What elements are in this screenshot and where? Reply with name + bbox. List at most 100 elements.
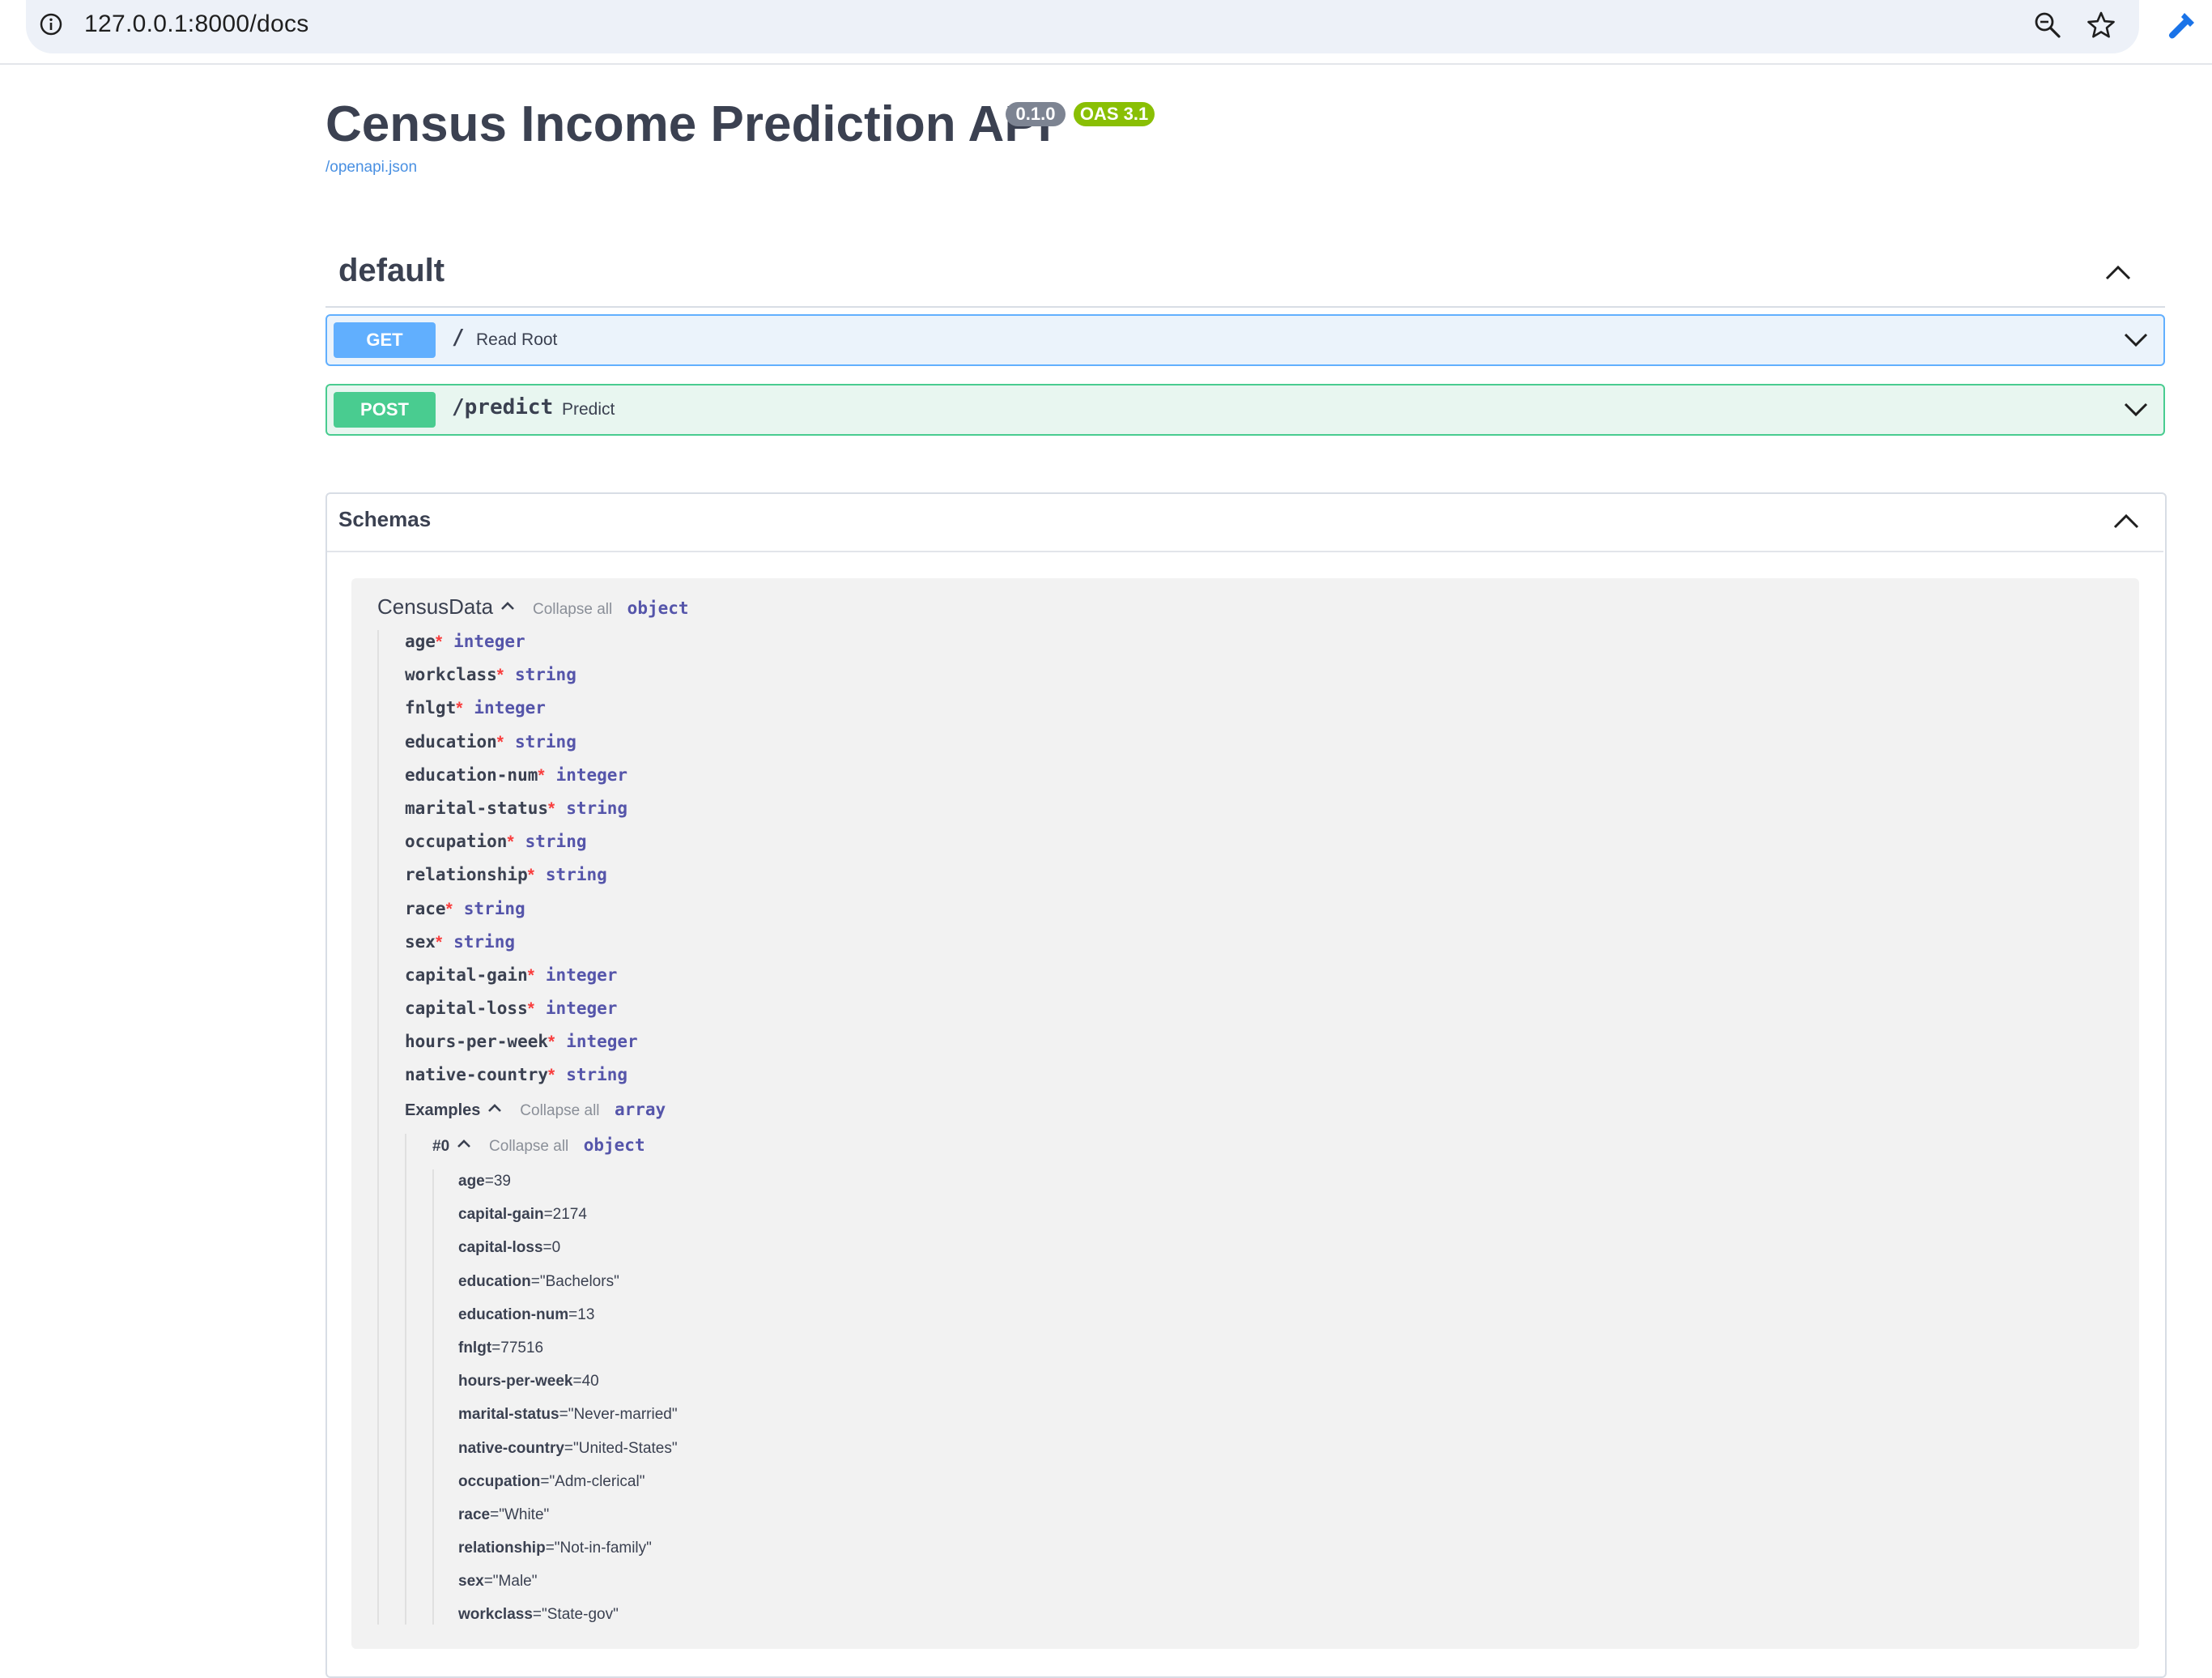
url-text[interactable]: 127.0.0.1:8000/docs bbox=[84, 11, 309, 38]
property-type: integer bbox=[566, 1032, 638, 1052]
openapi-json-link[interactable]: /openapi.json bbox=[325, 159, 417, 177]
operation-path: /predict bbox=[452, 395, 554, 420]
example-value-row: capital-loss=0 bbox=[458, 1239, 678, 1272]
chevron-up-icon[interactable] bbox=[457, 1138, 471, 1149]
operation-get-root[interactable]: GET / Read Root bbox=[325, 314, 2165, 366]
tree-guide-line bbox=[405, 1134, 406, 1625]
property-type: string bbox=[453, 931, 515, 952]
example-value: =77516 bbox=[491, 1339, 544, 1356]
property-name: education bbox=[405, 731, 497, 752]
required-marker: * bbox=[538, 765, 545, 785]
examples-label[interactable]: Examples bbox=[405, 1101, 480, 1119]
site-info-icon[interactable] bbox=[39, 12, 63, 36]
example-value: ="Not-in-family" bbox=[545, 1540, 652, 1557]
chevron-up-icon[interactable] bbox=[2112, 510, 2141, 533]
tag-divider bbox=[325, 306, 2165, 308]
property-name: race bbox=[405, 898, 446, 918]
example-key: hours-per-week bbox=[458, 1373, 573, 1391]
example-value-row: education-num=13 bbox=[458, 1306, 678, 1339]
version-badge: 0.1.0 bbox=[1006, 102, 1066, 126]
required-marker: * bbox=[548, 1033, 555, 1052]
required-marker: * bbox=[548, 1066, 555, 1085]
property-type: integer bbox=[453, 632, 525, 651]
example-value: =2174 bbox=[543, 1206, 587, 1224]
required-marker: * bbox=[507, 833, 514, 852]
example-value-row: race="White" bbox=[458, 1506, 678, 1540]
property-name: marital-status bbox=[405, 798, 549, 818]
example-item-type: object bbox=[583, 1135, 645, 1155]
required-marker: * bbox=[527, 965, 534, 985]
chevron-up-icon[interactable] bbox=[2104, 261, 2133, 285]
example-key: race bbox=[458, 1506, 491, 1523]
property-name: hours-per-week bbox=[405, 1032, 549, 1052]
required-marker: * bbox=[456, 699, 463, 718]
example-value-row: age=39 bbox=[458, 1173, 678, 1206]
property-row: capital-gain* integer bbox=[405, 965, 638, 999]
property-row: marital-status* string bbox=[405, 799, 638, 832]
property-list: age* integer workclass* string fnlgt* integ… bbox=[405, 632, 638, 1099]
example-value: ="Male" bbox=[483, 1573, 538, 1591]
chevron-down-icon[interactable] bbox=[2123, 398, 2149, 420]
example-value: =13 bbox=[568, 1305, 595, 1323]
property-row: native-country* string bbox=[405, 1065, 638, 1098]
property-type: integer bbox=[474, 698, 546, 718]
schemas-title[interactable]: Schemas bbox=[338, 507, 431, 532]
property-name: education-num bbox=[405, 764, 538, 785]
example-key: relationship bbox=[458, 1540, 546, 1557]
property-row: capital-loss* integer bbox=[405, 999, 638, 1032]
property-row: sex* string bbox=[405, 932, 638, 965]
model-name[interactable]: CensusData bbox=[377, 594, 493, 619]
property-name: capital-loss bbox=[405, 999, 528, 1019]
examples-header[interactable]: Examples Collapse all array bbox=[405, 1100, 666, 1120]
oas-badge: OAS 3.1 bbox=[1074, 102, 1155, 126]
property-name: native-country bbox=[405, 1065, 549, 1085]
tree-guide-line bbox=[377, 630, 379, 1625]
operation-summary: Predict bbox=[562, 400, 615, 419]
example-key: capital-loss bbox=[458, 1239, 543, 1257]
chevron-down-icon[interactable] bbox=[2123, 329, 2149, 350]
collapse-all-button[interactable]: Collapse all bbox=[489, 1138, 568, 1155]
example-key: fnlgt bbox=[458, 1339, 492, 1356]
property-name: occupation bbox=[405, 832, 508, 852]
example-key: occupation bbox=[458, 1472, 541, 1490]
zoom-icon[interactable] bbox=[2034, 11, 2061, 39]
example-key: sex bbox=[458, 1573, 484, 1591]
example-value-row: capital-gain=2174 bbox=[458, 1206, 678, 1239]
chevron-up-icon[interactable] bbox=[487, 1102, 502, 1114]
property-row: education-num* integer bbox=[405, 765, 638, 799]
address-bar[interactable] bbox=[26, 0, 2139, 53]
example-item-label[interactable]: #0 bbox=[432, 1138, 449, 1155]
collapse-all-button[interactable]: Collapse all bbox=[533, 601, 612, 618]
example-value: ="Never-married" bbox=[559, 1406, 678, 1424]
tree-guide-line bbox=[432, 1169, 434, 1625]
chevron-up-icon[interactable] bbox=[500, 600, 515, 611]
example-key: native-country bbox=[458, 1439, 564, 1457]
example-value-row: relationship="Not-in-family" bbox=[458, 1540, 678, 1573]
example-item-header[interactable]: #0 Collapse all object bbox=[432, 1135, 645, 1156]
required-marker: * bbox=[527, 866, 534, 885]
tag-title[interactable]: default bbox=[338, 253, 445, 289]
model-header[interactable]: CensusData Collapse all object bbox=[377, 594, 689, 620]
collapse-all-button[interactable]: Collapse all bbox=[520, 1102, 599, 1119]
example-value-row: education="Bachelors" bbox=[458, 1273, 678, 1306]
property-row: occupation* string bbox=[405, 832, 638, 865]
model-type: object bbox=[627, 598, 689, 618]
example-value-row: workclass="State-gov" bbox=[458, 1606, 678, 1639]
example-values-list: age=39 capital-gain=2174 capital-loss=0 … bbox=[458, 1173, 678, 1640]
property-type: string bbox=[566, 1065, 628, 1085]
operation-post-predict[interactable]: POST /predict Predict bbox=[325, 384, 2165, 436]
bookmark-star-icon[interactable] bbox=[2086, 10, 2116, 40]
example-key: age bbox=[458, 1173, 485, 1190]
required-marker: * bbox=[527, 999, 534, 1019]
property-name: capital-gain bbox=[405, 965, 528, 985]
example-value: ="White" bbox=[490, 1506, 550, 1523]
operation-path: / bbox=[452, 326, 465, 350]
property-type: string bbox=[566, 798, 628, 818]
operation-summary: Read Root bbox=[476, 330, 558, 349]
example-key: capital-gain bbox=[458, 1206, 544, 1224]
property-row: fnlgt* integer bbox=[405, 698, 638, 731]
extension-icon[interactable] bbox=[2167, 10, 2199, 42]
examples-type: array bbox=[614, 1100, 666, 1119]
property-type: integer bbox=[555, 764, 628, 785]
property-type: string bbox=[514, 665, 576, 685]
